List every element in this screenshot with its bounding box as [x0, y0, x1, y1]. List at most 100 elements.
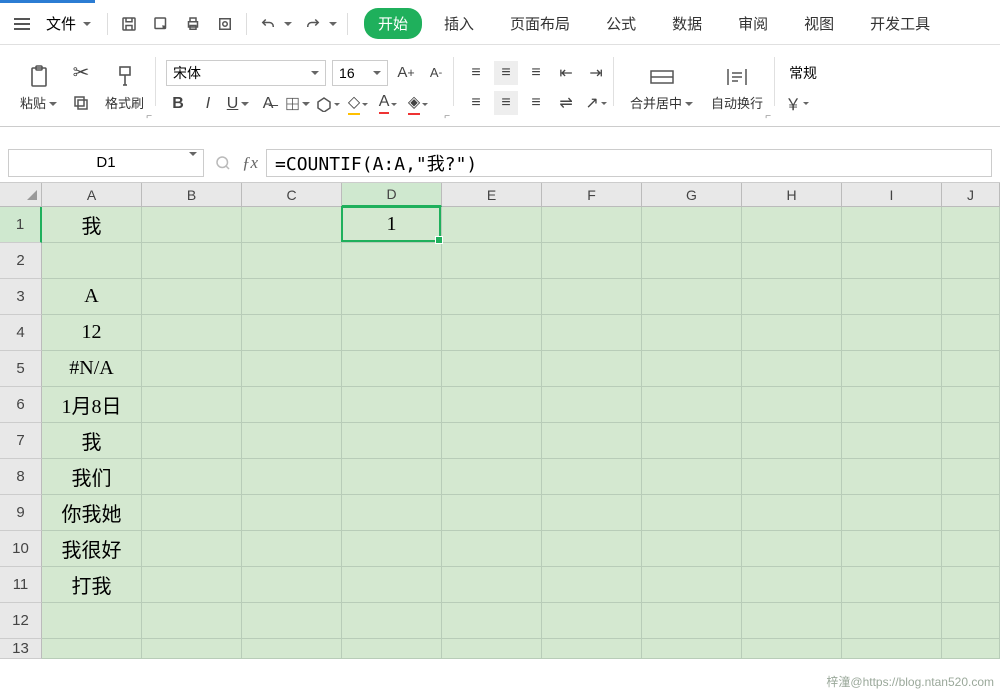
row-header[interactable]: 7	[0, 423, 42, 459]
cell[interactable]	[542, 567, 642, 603]
save-as-icon[interactable]	[150, 13, 172, 35]
cell[interactable]: 你我她	[42, 495, 142, 531]
tab-formula[interactable]: 公式	[592, 7, 650, 40]
print-preview-icon[interactable]	[214, 13, 236, 35]
row-header[interactable]: 8	[0, 459, 42, 495]
cell[interactable]	[242, 423, 342, 459]
cell[interactable]: A	[42, 279, 142, 315]
border-button[interactable]	[286, 92, 310, 116]
cell[interactable]: 打我	[42, 567, 142, 603]
cell[interactable]	[542, 315, 642, 351]
cell[interactable]	[142, 243, 242, 279]
cell[interactable]	[542, 495, 642, 531]
cell[interactable]	[842, 315, 942, 351]
col-header-E[interactable]: E	[442, 183, 542, 207]
cell[interactable]	[342, 423, 442, 459]
cell[interactable]	[642, 495, 742, 531]
cell[interactable]	[942, 639, 1000, 659]
cell[interactable]	[142, 639, 242, 659]
underline-button[interactable]: U	[226, 92, 250, 116]
cell[interactable]	[242, 207, 342, 243]
cell[interactable]	[242, 387, 342, 423]
fx-label[interactable]: ƒx	[242, 153, 258, 173]
orientation-icon[interactable]: ↗	[584, 91, 608, 115]
increase-font-icon[interactable]: A+	[394, 61, 418, 85]
cell[interactable]: 我	[42, 423, 142, 459]
align-top-icon[interactable]: ≡	[464, 61, 488, 85]
cell[interactable]	[842, 459, 942, 495]
strikethrough-button[interactable]: A̶	[256, 92, 280, 116]
tab-layout[interactable]: 页面布局	[496, 7, 584, 40]
align-bottom-icon[interactable]: ≡	[524, 61, 548, 85]
tab-data[interactable]: 数据	[658, 7, 716, 40]
wrap-text-button[interactable]: 自动换行	[705, 61, 769, 114]
align-center-icon[interactable]: ≡	[494, 91, 518, 115]
font-name-select[interactable]: 宋体	[166, 60, 326, 86]
cell[interactable]	[742, 279, 842, 315]
col-header-A[interactable]: A	[42, 183, 142, 207]
col-header-I[interactable]: I	[842, 183, 942, 207]
cell[interactable]	[142, 207, 242, 243]
cell[interactable]: 12	[42, 315, 142, 351]
format-painter-button[interactable]: 格式刷	[99, 61, 150, 114]
col-header-C[interactable]: C	[242, 183, 342, 207]
cell[interactable]	[342, 567, 442, 603]
cell[interactable]	[342, 387, 442, 423]
cell[interactable]	[642, 567, 742, 603]
formula-input[interactable]: =COUNTIF(A:A,"我?")	[266, 149, 992, 177]
save-icon[interactable]	[118, 13, 140, 35]
cell[interactable]	[842, 495, 942, 531]
cell[interactable]	[442, 279, 542, 315]
copy-icon[interactable]	[69, 91, 93, 115]
cell[interactable]	[442, 351, 542, 387]
cell[interactable]: #N/A	[42, 351, 142, 387]
cell[interactable]	[142, 315, 242, 351]
print-icon[interactable]	[182, 13, 204, 35]
cell[interactable]	[242, 603, 342, 639]
tab-insert[interactable]: 插入	[430, 7, 488, 40]
row-header[interactable]: 6	[0, 387, 42, 423]
tab-start[interactable]: 开始	[364, 8, 422, 39]
cell[interactable]	[442, 243, 542, 279]
cell[interactable]	[642, 207, 742, 243]
cell[interactable]	[442, 639, 542, 659]
cell[interactable]	[742, 423, 842, 459]
cell[interactable]	[142, 495, 242, 531]
cell[interactable]	[142, 351, 242, 387]
col-header-B[interactable]: B	[142, 183, 242, 207]
row-header[interactable]: 10	[0, 531, 42, 567]
cell[interactable]	[342, 351, 442, 387]
cell[interactable]	[842, 279, 942, 315]
name-box[interactable]: D1	[8, 149, 204, 177]
cell[interactable]	[142, 423, 242, 459]
cell[interactable]	[842, 567, 942, 603]
cell[interactable]	[842, 387, 942, 423]
cell[interactable]	[442, 387, 542, 423]
cell[interactable]	[142, 567, 242, 603]
cell[interactable]	[942, 279, 1000, 315]
italic-button[interactable]: I	[196, 92, 220, 116]
row-header[interactable]: 4	[0, 315, 42, 351]
cell[interactable]: 我们	[42, 459, 142, 495]
cell[interactable]	[642, 351, 742, 387]
col-header-G[interactable]: G	[642, 183, 742, 207]
cell[interactable]	[242, 495, 342, 531]
distribute-icon[interactable]: ⇌	[554, 91, 578, 115]
align-left-icon[interactable]: ≡	[464, 91, 488, 115]
cut-icon[interactable]: ✂	[69, 61, 93, 85]
cell[interactable]	[942, 603, 1000, 639]
cell[interactable]	[242, 567, 342, 603]
cell[interactable]	[542, 351, 642, 387]
indent-decrease-icon[interactable]: ⇤	[554, 61, 578, 85]
cell[interactable]	[742, 567, 842, 603]
cell[interactable]	[642, 459, 742, 495]
row-header[interactable]: 9	[0, 495, 42, 531]
cell[interactable]	[242, 639, 342, 659]
cell[interactable]	[142, 603, 242, 639]
row-header[interactable]: 2	[0, 243, 42, 279]
col-header-J[interactable]: J	[942, 183, 1000, 207]
merge-center-button[interactable]: 合并居中	[624, 61, 699, 114]
cell[interactable]	[42, 243, 142, 279]
redo-icon[interactable]	[302, 13, 324, 35]
cell[interactable]	[542, 603, 642, 639]
